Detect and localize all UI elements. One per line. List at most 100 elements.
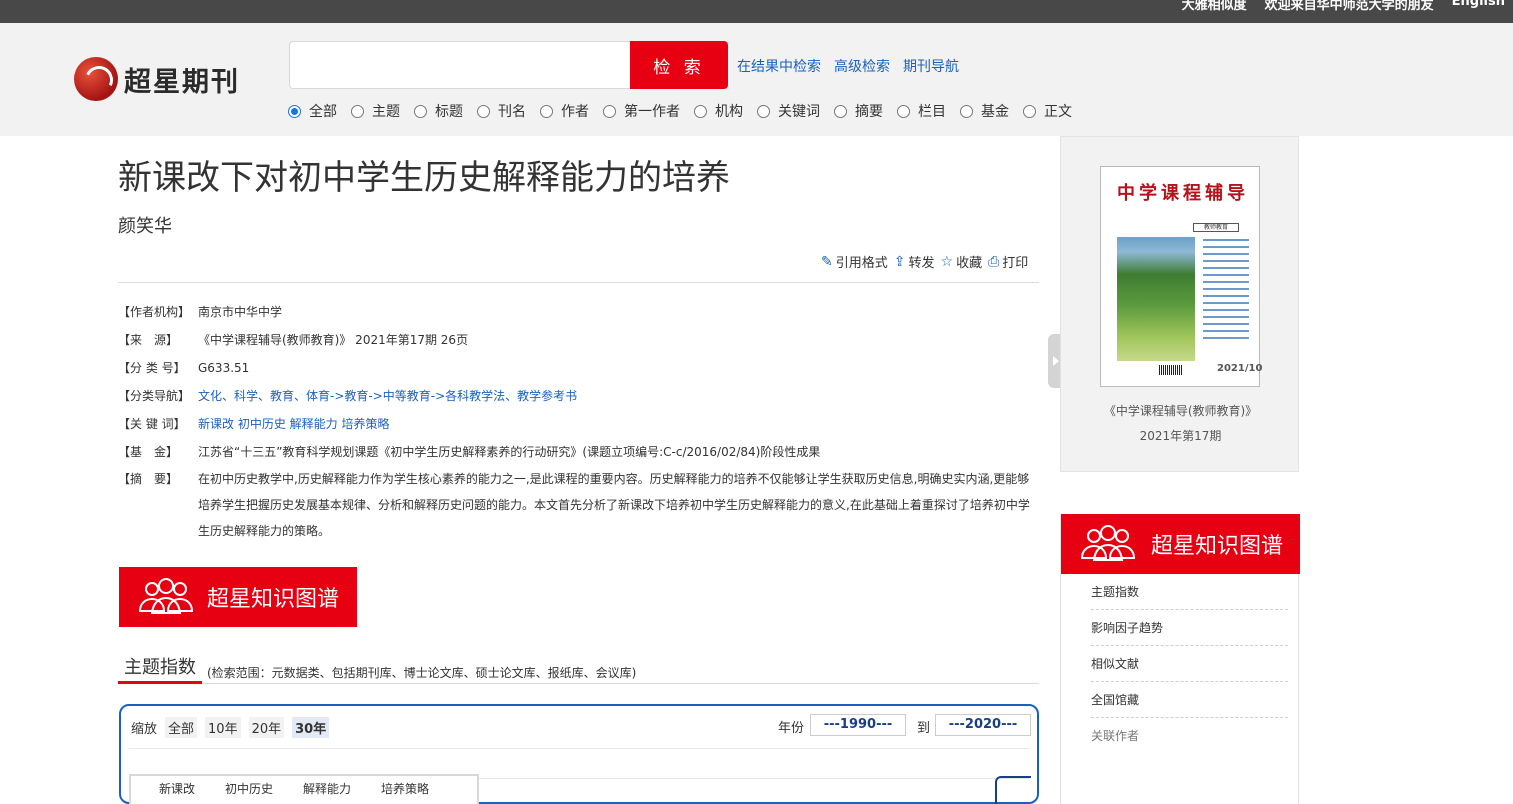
- scope-all[interactable]: 全部: [288, 101, 337, 121]
- source-link[interactable]: 《中学课程辅导(教师教育)》 2021年第17期 26页: [198, 326, 1039, 354]
- cover-title: 中学课程辅导: [1117, 183, 1249, 204]
- sidebar-item-topic-index[interactable]: 主题指数: [1091, 574, 1288, 610]
- scope-title[interactable]: 标题: [414, 101, 463, 121]
- cover-text-lines: [1203, 239, 1249, 339]
- share-button[interactable]: ⇪ 转发: [893, 252, 935, 272]
- printer-icon: ⎙: [988, 253, 1000, 270]
- sidebar-banner-title: 超星知识图谱: [1151, 534, 1284, 559]
- meta-row-source: 【来 源】 《中学课程辅导(教师教育)》 2021年第17期 26页: [118, 326, 1039, 354]
- legend-item[interactable]: 初中历史: [225, 780, 273, 797]
- advanced-links: 在结果中检索 高级检索 期刊导航: [737, 56, 959, 76]
- tab-scope-note: (检索范围：元数据类、包括期刊库、博士论文库、硕士论文库、报纸库、会议库): [207, 666, 637, 680]
- article-meta: 【作者机构】 南京市中华中学 【来 源】 《中学课程辅导(教师教育)》 2021年第…: [118, 298, 1039, 544]
- scope-subject[interactable]: 主题: [351, 101, 400, 121]
- radio-icon: [477, 104, 490, 118]
- sidebar-knowledge-banner: 超星知识图谱: [1061, 514, 1300, 574]
- sidebar-item-related-authors[interactable]: 关联作者: [1091, 718, 1288, 754]
- similarity-link[interactable]: 大雅相似度: [1182, 0, 1247, 13]
- scope-column[interactable]: 栏目: [897, 101, 946, 121]
- journal-issue: 2021年第17期: [1139, 429, 1222, 443]
- tab-topic-index[interactable]: 主题指数: [124, 653, 196, 679]
- year-label: 年份: [778, 721, 805, 736]
- article-title: 新课改下对初中学生历史解释能力的培养: [118, 158, 730, 198]
- scope-author[interactable]: 作者: [540, 101, 589, 121]
- top-links: 大雅相似度 欢迎来自华中师范大学的朋友 English: [1182, 0, 1505, 13]
- share-icon: ⇪: [893, 253, 906, 270]
- chart-gridline: [129, 748, 1029, 749]
- radio-icon: [960, 104, 973, 118]
- legend-item[interactable]: 新课改: [159, 780, 195, 797]
- keyword-links[interactable]: 新课改 初中历史 解释能力 培养策略: [198, 410, 1039, 438]
- sidebar-nav-list: 主题指数 影响因子趋势 相似文献 全国馆藏 关联作者: [1061, 574, 1298, 754]
- welcome-text: 欢迎来自华中师范大学的朋友: [1264, 0, 1434, 13]
- legend-item[interactable]: 解释能力: [303, 780, 351, 797]
- radio-icon: [897, 104, 910, 118]
- meta-row-keywords: 【关 键 词】 新课改 初中历史 解释能力 培养策略: [118, 410, 1039, 438]
- knowledge-graph-sidebar: 超星知识图谱 主题指数 影响因子趋势 相似文献 全国馆藏 关联作者: [1060, 514, 1300, 804]
- radio-icon: [694, 104, 707, 118]
- tab-active-underline: [118, 681, 202, 684]
- knowledge-graph-title: 超星知识图谱: [207, 587, 340, 612]
- year-from-input[interactable]: ---1990---: [810, 714, 906, 736]
- scope-institution[interactable]: 机构: [694, 101, 743, 121]
- search-in-results-link[interactable]: 在结果中检索: [737, 56, 821, 76]
- topic-index-chart: 缩放 全部 10年 20年 30年 年份 ---1990--- 到 ---202…: [119, 704, 1039, 804]
- english-link[interactable]: English: [1452, 0, 1505, 13]
- meta-row-abstract: 【摘 要】 在初中历史教学中,历史解释能力作为学生核心素养的能力之一,是此课程的重…: [118, 466, 1039, 544]
- zoom-10y-button[interactable]: 10年: [205, 717, 241, 738]
- radio-icon: [834, 104, 847, 118]
- sidebar-item-holdings[interactable]: 全国馆藏: [1091, 682, 1288, 718]
- article-author[interactable]: 颜笑华: [118, 212, 172, 238]
- advanced-search-link[interactable]: 高级检索: [834, 56, 890, 76]
- search-scope-radios: 全部 主题 标题 刊名 作者 第一作者 机构 关键词 摘要 栏目 基金 正文: [288, 101, 1086, 121]
- radio-icon: [603, 104, 616, 118]
- radio-selected-icon: [288, 104, 301, 118]
- knowledge-graph-banner: 超星知识图谱: [119, 567, 357, 627]
- print-button[interactable]: ⎙ 打印: [988, 252, 1028, 272]
- year-to-input[interactable]: ---2020---: [935, 714, 1031, 736]
- favorite-button[interactable]: ☆ 收藏: [940, 252, 983, 272]
- search-button[interactable]: 检 索: [630, 41, 728, 89]
- radio-icon: [540, 104, 553, 118]
- edit-icon: ✎: [821, 253, 833, 270]
- zoom-30y-button[interactable]: 30年: [292, 717, 330, 738]
- radio-icon: [757, 104, 770, 118]
- divider: [118, 282, 1039, 283]
- zoom-controls: 缩放 全部 10年 20年 30年: [131, 717, 330, 738]
- cover-subtitle-box: 教师教育: [1193, 223, 1239, 232]
- star-icon: ☆: [940, 253, 954, 270]
- journal-cover-image[interactable]: 中学课程辅导 教师教育 2021/10: [1100, 166, 1262, 387]
- zoom-label: 缩放: [131, 722, 158, 737]
- to-label: 到: [917, 721, 931, 736]
- category-nav-link[interactable]: 文化、科学、教育、体育->教育->中等教育->各科教学法、教学参考书: [198, 382, 1039, 410]
- scope-journal[interactable]: 刊名: [477, 101, 526, 121]
- scope-fund[interactable]: 基金: [960, 101, 1009, 121]
- journal-nav-link[interactable]: 期刊导航: [903, 56, 959, 76]
- radio-icon: [414, 104, 427, 118]
- logo[interactable]: 超星期刊: [74, 57, 240, 101]
- scope-fulltext[interactable]: 正文: [1023, 101, 1072, 121]
- scope-keyword[interactable]: 关键词: [757, 101, 820, 121]
- radio-icon: [351, 104, 364, 118]
- header: 超星期刊 检 索 在结果中检索 高级检索 期刊导航 全部 主题 标题 刊名 作者…: [0, 23, 1513, 136]
- scope-first-author[interactable]: 第一作者: [603, 101, 680, 121]
- barcode-icon: [1159, 365, 1183, 375]
- chart-navigator[interactable]: [995, 776, 1031, 804]
- scope-abstract[interactable]: 摘要: [834, 101, 883, 121]
- journal-name[interactable]: 《中学课程辅导(教师教育)》: [1061, 402, 1300, 419]
- meta-row-institution: 【作者机构】 南京市中华中学: [118, 305, 283, 319]
- zoom-20y-button[interactable]: 20年: [248, 717, 285, 738]
- sidebar-item-impact-trend[interactable]: 影响因子趋势: [1091, 610, 1288, 646]
- zoom-all-button[interactable]: 全部: [165, 717, 198, 738]
- sidebar-item-similar-docs[interactable]: 相似文献: [1091, 646, 1288, 682]
- cite-format-button[interactable]: ✎ 引用格式: [821, 252, 888, 272]
- cover-photo: [1117, 237, 1195, 361]
- logo-text: 超星期刊: [124, 66, 240, 98]
- chart-legend: 新课改 初中历史 解释能力 培养策略: [129, 774, 479, 804]
- article-tools: ✎ 引用格式 ⇪ 转发 ☆ 收藏 ⎙ 打印: [821, 252, 1028, 272]
- legend-item[interactable]: 培养策略: [381, 780, 429, 797]
- search-input[interactable]: [289, 41, 631, 89]
- top-bar: 大雅相似度 欢迎来自华中师范大学的朋友 English: [0, 0, 1513, 23]
- superstar-logo-icon: [74, 57, 118, 101]
- people-icon: [138, 578, 194, 614]
